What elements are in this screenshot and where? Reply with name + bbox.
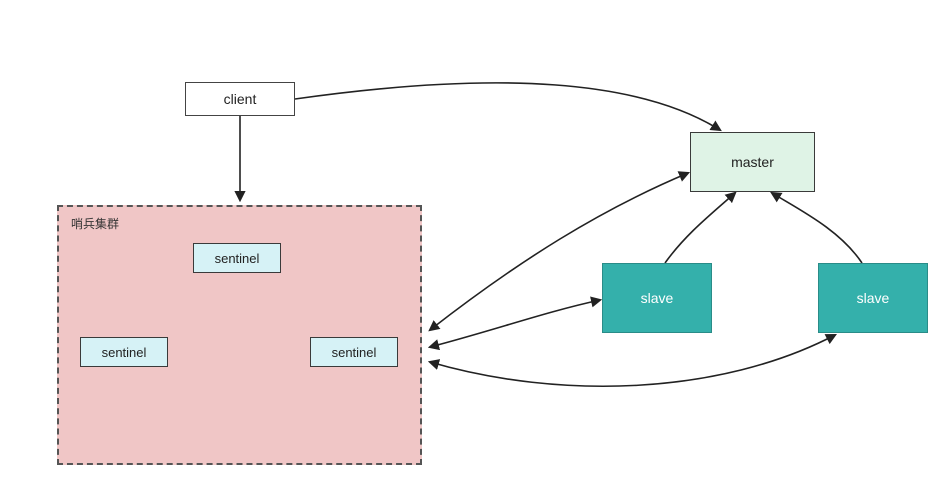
client-node: client	[185, 82, 295, 116]
sentinel-label: sentinel	[102, 345, 147, 360]
sentinel-node-top: sentinel	[193, 243, 281, 273]
slave-label: slave	[857, 290, 890, 306]
master-node: master	[690, 132, 815, 192]
sentinel-label: sentinel	[215, 251, 260, 266]
sentinel-node-right: sentinel	[310, 337, 398, 367]
edge-slave2-to-master	[772, 193, 862, 263]
slave-node-1: slave	[602, 263, 712, 333]
slave-label: slave	[641, 290, 674, 306]
edge-slave1-to-master	[665, 193, 735, 263]
master-label: master	[731, 154, 774, 170]
sentinel-node-left: sentinel	[80, 337, 168, 367]
client-label: client	[224, 91, 257, 107]
edge-client-to-master	[295, 83, 720, 130]
edge-cluster-to-slave2	[430, 335, 835, 386]
cluster-title: 哨兵集群	[71, 215, 119, 232]
slave-node-2: slave	[818, 263, 928, 333]
edge-cluster-to-slave1	[430, 300, 600, 347]
diagram-canvas: client master slave slave 哨兵集群 sentinel …	[0, 0, 947, 500]
sentinel-label: sentinel	[332, 345, 377, 360]
